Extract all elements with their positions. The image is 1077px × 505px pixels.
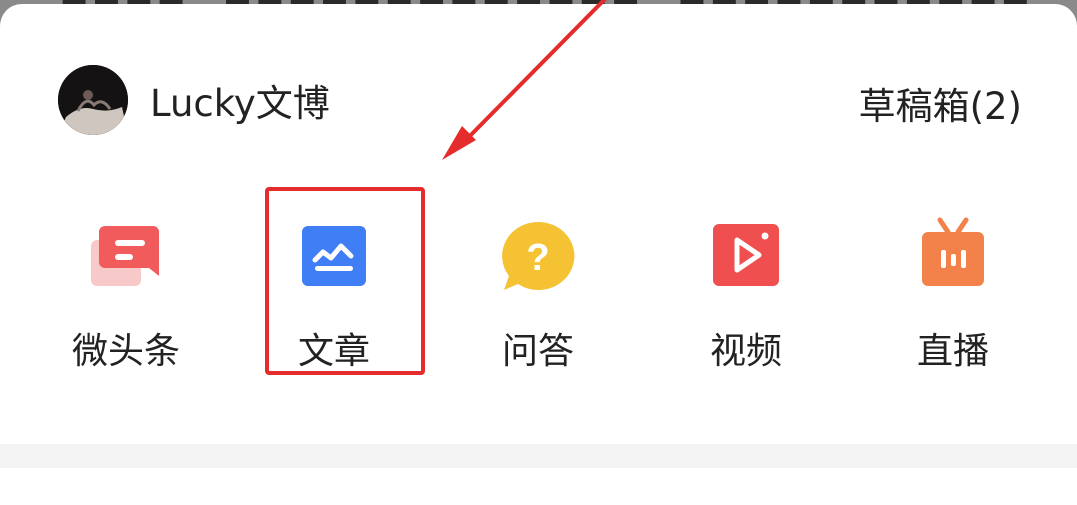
live-tv-icon [908, 214, 998, 304]
divider [0, 444, 1077, 468]
action-video[interactable]: 视频 [666, 214, 826, 374]
action-label: 问答 [501, 331, 574, 372]
action-live[interactable]: 直播 [873, 214, 1033, 374]
avatar[interactable] [58, 65, 128, 135]
question-answer-icon: ? [493, 214, 583, 304]
highlight-box [265, 187, 425, 375]
publish-sheet: Lucky文博 草稿箱(2) 微头条 文章 ? 问答 视频 直播 [0, 4, 1077, 505]
action-question-answer[interactable]: ? 问答 [458, 214, 618, 374]
action-label: 直播 [916, 331, 989, 372]
username[interactable]: Lucky文博 [150, 73, 330, 127]
user-row[interactable]: Lucky文博 [58, 64, 330, 136]
publish-actions: 微头条 文章 ? 问答 视频 直播 [0, 214, 1077, 374]
action-label: 微头条 [71, 331, 180, 372]
svg-text:?: ? [526, 237, 549, 279]
drafts-link[interactable]: 草稿箱(2) [859, 76, 1022, 130]
video-icon [701, 214, 791, 304]
action-micro-headline[interactable]: 微头条 [46, 214, 206, 374]
action-label: 视频 [709, 331, 782, 372]
micro-headline-icon [81, 214, 171, 304]
